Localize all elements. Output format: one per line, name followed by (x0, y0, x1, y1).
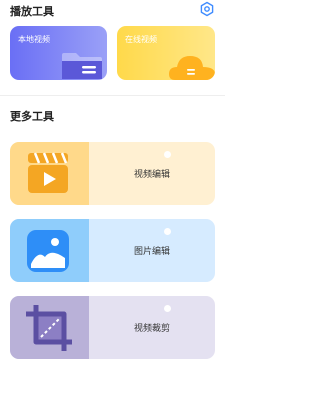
cloud-icon (169, 56, 215, 80)
video-crop-icon-pane (10, 296, 89, 359)
online-video-label: 在线视频 (125, 35, 157, 44)
crop-icon (26, 305, 72, 351)
decorative-dot (164, 305, 171, 312)
section-divider (0, 95, 225, 96)
video-edit-icon-pane (10, 142, 89, 205)
image-edit-card[interactable]: 图片编辑 (10, 219, 215, 282)
decorative-dot (164, 151, 171, 158)
video-clapper-icon (28, 152, 68, 193)
more-tools-title: 更多工具 (10, 110, 54, 123)
image-edit-label: 图片编辑 (133, 247, 170, 257)
local-video-card[interactable]: 本地视频 (10, 26, 107, 80)
video-crop-label: 视频裁剪 (133, 324, 170, 334)
image-edit-icon-pane (10, 219, 89, 282)
settings-gear-icon[interactable] (199, 1, 215, 17)
video-crop-card[interactable]: 视频裁剪 (10, 296, 215, 359)
video-edit-card[interactable]: 视频编辑 (10, 142, 215, 205)
video-edit-label: 视频编辑 (133, 170, 170, 180)
online-video-card[interactable]: 在线视频 (117, 26, 215, 80)
play-tools-title: 播放工具 (10, 5, 54, 18)
folder-icon (62, 53, 102, 79)
local-video-label: 本地视频 (18, 35, 50, 44)
image-icon (27, 230, 69, 272)
decorative-dot (164, 228, 171, 235)
